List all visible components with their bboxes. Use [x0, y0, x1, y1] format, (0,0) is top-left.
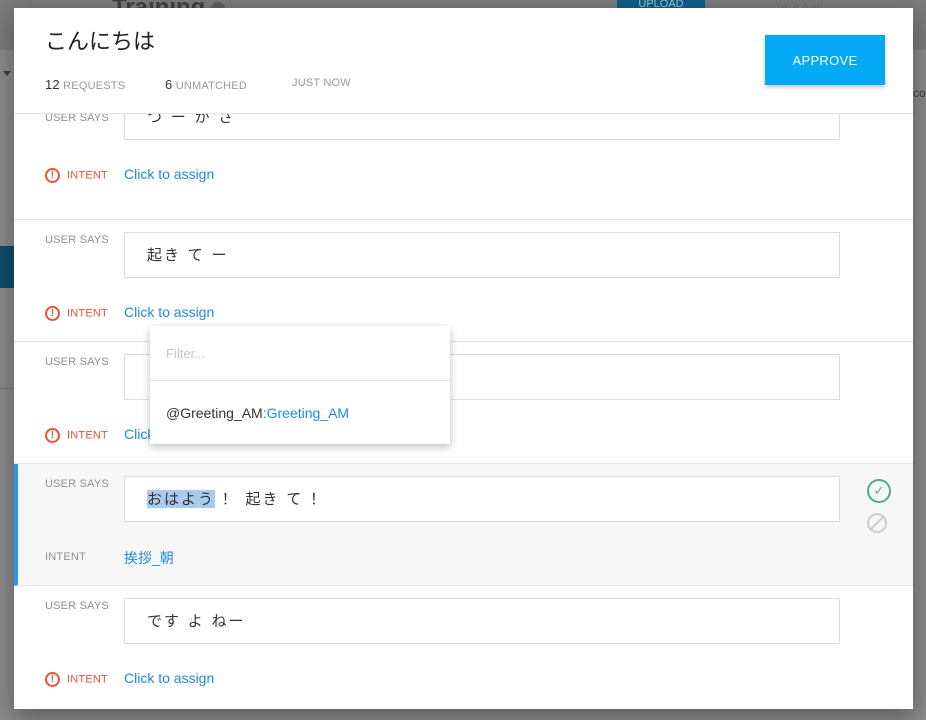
background-right-text: co — [913, 86, 926, 100]
intent-label: INTENT — [67, 429, 108, 442]
user-says-text: ！ 起き て ！ — [215, 490, 328, 508]
alert-icon: ! — [45, 428, 60, 443]
intent-status: ! INTENT — [45, 168, 108, 183]
background-side-tab — [0, 246, 14, 288]
block-icon[interactable] — [867, 513, 887, 533]
intent-status: ! INTENT — [45, 428, 108, 443]
unmatched-label: UNMATCHED — [175, 80, 247, 92]
click-to-assign-link[interactable]: Click to assign — [124, 304, 214, 320]
user-says-input[interactable]: おはよう ！ 起き て ！ — [124, 476, 840, 522]
background-upload-button: UPLOAD — [617, 0, 705, 8]
approve-button[interactable]: APPROVE — [765, 35, 885, 85]
alert-icon: ! — [45, 672, 60, 687]
dialog-title: こんにちは — [45, 30, 156, 55]
user-says-label: USER SAYS — [45, 234, 109, 246]
list-item: USER SAYS です よ ねー ! INTENT Click to assig… — [14, 586, 913, 708]
intent-status: INTENT — [45, 551, 86, 563]
unmatched-stat: 6 UNMATCHED — [165, 77, 247, 92]
user-says-label: USER SAYS — [45, 478, 109, 490]
intent-status: ! INTENT — [45, 306, 108, 321]
requests-label: REQUESTS — [63, 80, 126, 92]
divider — [0, 388, 14, 389]
dialog-header: こんにちは 12 REQUESTS 6 UNMATCHED JUST NOW A… — [14, 8, 913, 114]
requests-count: 12 — [45, 77, 60, 92]
list-item: USER SAYS ! INTENT Click — [14, 342, 913, 464]
intent-label: INTENT — [67, 673, 108, 686]
intent-value-link[interactable]: 挨拶_朝 — [124, 548, 174, 568]
approve-check-icon[interactable]: ✓ — [867, 479, 891, 503]
user-says-label: USER SAYS — [45, 356, 109, 368]
click-to-assign-link[interactable]: Click to assign — [124, 166, 214, 182]
intent-label: INTENT — [45, 551, 86, 564]
user-says-input[interactable]: です よ ねー — [124, 598, 840, 644]
intent-status: ! INTENT — [45, 672, 108, 687]
requests-stat: 12 REQUESTS — [45, 77, 125, 92]
filter-input[interactable] — [150, 326, 450, 381]
intent-label: INTENT — [67, 169, 108, 182]
unmatched-count: 6 — [165, 77, 173, 92]
option-value: Greeting_AM — [266, 405, 350, 421]
list-item: USER SAYS 起き て ー ! INTENT Click to assign — [14, 220, 913, 342]
training-dialog: こんにちは 12 REQUESTS 6 UNMATCHED JUST NOW A… — [14, 8, 913, 709]
intent-label: INTENT — [67, 307, 108, 320]
user-says-label: USER SAYS — [45, 600, 109, 612]
highlighted-text: おはよう — [147, 490, 216, 508]
list-item-selected: USER SAYS おはよう ！ 起き て ！ ✓ INTENT 挨拶_朝 — [14, 464, 913, 586]
option-prefix: @Greeting_AM — [166, 405, 263, 421]
click-to-assign-link[interactable]: Click to assign — [124, 670, 214, 686]
time-label: JUST NOW — [292, 77, 351, 89]
intent-option[interactable]: @Greeting_AM:Greeting_AM — [166, 405, 349, 421]
user-says-input[interactable]: 起き て ー — [124, 232, 840, 278]
intent-dropdown: @Greeting_AM:Greeting_AM — [150, 326, 450, 444]
alert-icon: ! — [45, 306, 60, 321]
list-item: USER SAYS つ ー か さ ! INTENT Click to assig… — [14, 94, 913, 220]
alert-icon: ! — [45, 168, 60, 183]
chevron-down-icon — [3, 71, 11, 76]
